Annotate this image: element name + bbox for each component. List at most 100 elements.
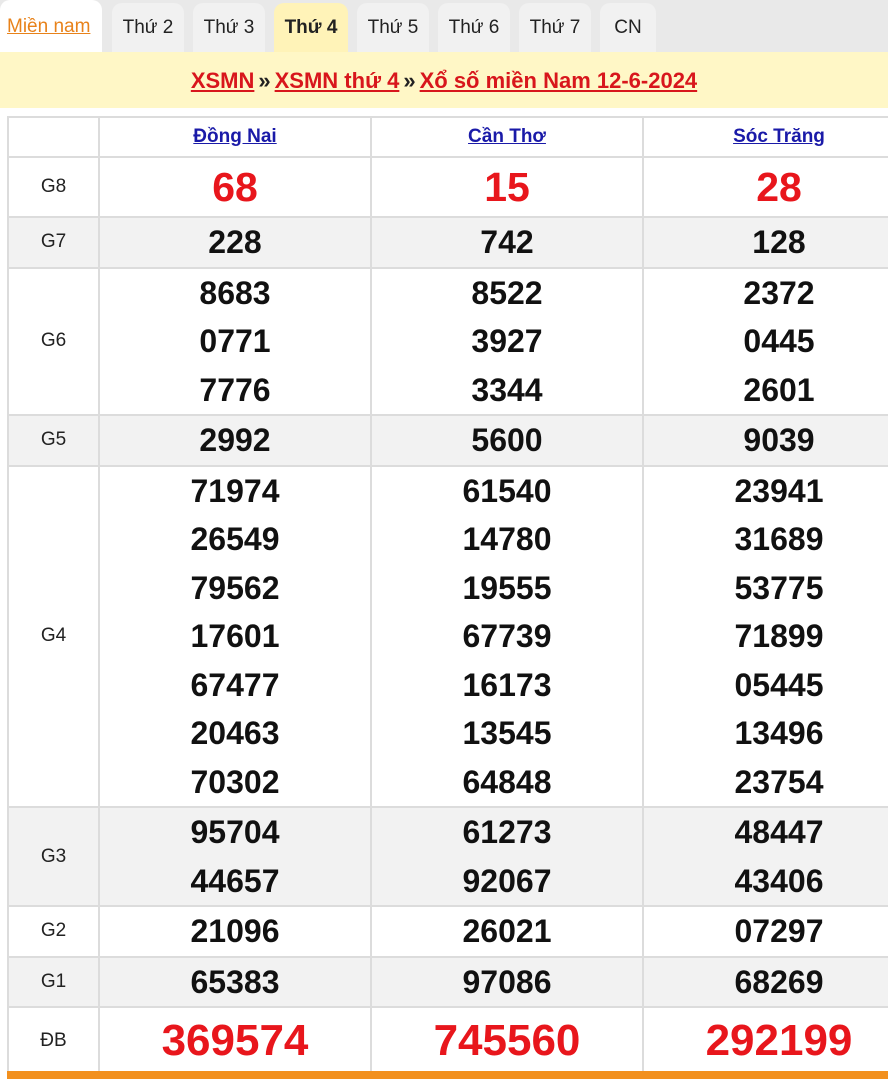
province-link-dong-nai[interactable]: Đồng Nai [193, 126, 276, 147]
tab-mien-nam[interactable]: Miền nam [0, 0, 102, 52]
prize-cell: 8683 0771 7776 [98, 266, 372, 416]
prize-cell: 61540 14780 19555 67739 16173 13545 64848 [370, 464, 644, 808]
prize-number: 8683 [199, 274, 271, 311]
prize-cell: 07297 [642, 905, 888, 958]
prize-label: G2 [7, 905, 100, 958]
tab-thu-7[interactable]: Thứ 7 [519, 3, 591, 52]
prize-row: G4 71974 26549 79562 17601 67477 20463 70302 615… [7, 464, 888, 808]
prize-number: 2601 [743, 371, 815, 408]
prize-cell: 97086 [370, 955, 644, 1008]
province-header: Đồng Nai [98, 116, 372, 158]
breadcrumb-xsmn-thu-4[interactable]: XSMN thứ 4 [275, 68, 400, 93]
prize-number: 20463 [190, 715, 280, 751]
prize-cell: 61273 92067 [370, 806, 644, 907]
tab-thu-4[interactable]: Thứ 4 [274, 3, 348, 52]
tab-thu-5[interactable]: Thứ 5 [357, 3, 429, 52]
prize-number: 67739 [462, 618, 552, 654]
breadcrumb-separator: » [403, 68, 416, 93]
prize-row: G8 68 15 28 [7, 156, 888, 218]
province-header: Cần Thơ [370, 116, 644, 158]
prize-cell: 128 [642, 216, 888, 269]
prize-number: 13496 [734, 715, 824, 751]
prize-cell: 23941 31689 53775 71899 05445 13496 23754 [642, 464, 888, 808]
prize-cell: 5600 [370, 414, 644, 467]
breadcrumb-current-date[interactable]: Xổ số miền Nam 12-6-2024 [420, 68, 698, 93]
prize-number: 23941 [734, 472, 824, 509]
prize-label: G7 [7, 216, 100, 269]
prize-number: 64848 [462, 763, 552, 800]
province-link-soc-trang[interactable]: Sóc Trăng [733, 126, 825, 147]
prize-number: 14780 [462, 521, 552, 557]
bottom-divider [7, 1071, 888, 1079]
prize-number: 48447 [734, 814, 824, 850]
prize-number: 0445 [743, 323, 815, 359]
prize-label: G4 [7, 464, 100, 808]
prize-number: 65383 [190, 963, 280, 1000]
breadcrumb-separator: » [258, 68, 271, 93]
prize-number: 128 [752, 224, 806, 260]
prize-row: G2 21096 26021 07297 [7, 905, 888, 958]
tab-thu-6[interactable]: Thứ 6 [438, 3, 510, 52]
results-table: Đồng Nai Cần Thơ Sóc Trăng G8 68 15 28 G7 228… [7, 116, 888, 1076]
prize-number: 228 [208, 224, 262, 260]
prize-number: 61273 [462, 814, 552, 850]
prize-cell: 65383 [98, 955, 372, 1008]
prize-number: 745560 [433, 1015, 581, 1065]
prize-cell: 228 [98, 216, 372, 269]
prize-number: 23754 [734, 763, 824, 800]
prize-cell: 742 [370, 216, 644, 269]
prize-number: 67477 [190, 666, 280, 703]
prize-cell: 292199 [642, 1006, 888, 1076]
prize-number: 71899 [734, 618, 824, 654]
prize-number: 7776 [199, 371, 271, 408]
prize-cell: 68 [98, 156, 372, 218]
prize-number: 95704 [190, 814, 280, 850]
prize-cell: 68269 [642, 955, 888, 1008]
prize-number: 97086 [462, 963, 552, 1000]
prize-cell: 369574 [98, 1006, 372, 1076]
prize-cell: 21096 [98, 905, 372, 958]
prize-label: G3 [7, 806, 100, 907]
prize-label: G6 [7, 266, 100, 416]
prize-number: 71974 [190, 472, 280, 509]
breadcrumb: XSMN» XSMN thứ 4» Xổ số miền Nam 12-6-2024 [0, 52, 888, 108]
prize-number: 13545 [462, 715, 552, 751]
province-link-can-tho[interactable]: Cần Thơ [468, 126, 546, 147]
prize-number: 92067 [462, 862, 552, 899]
prize-number: 9039 [743, 422, 815, 458]
prize-number: 369574 [161, 1015, 309, 1065]
prize-number: 44657 [190, 862, 280, 899]
prize-number: 28 [756, 163, 802, 210]
prize-cell: 2992 [98, 414, 372, 467]
tab-cn[interactable]: CN [600, 3, 656, 52]
prize-cell: 48447 43406 [642, 806, 888, 907]
prize-number: 0771 [199, 323, 271, 359]
prize-number: 17601 [190, 618, 280, 654]
prize-number: 26549 [190, 521, 280, 557]
prize-number: 79562 [190, 569, 280, 606]
prize-number: 19555 [462, 569, 552, 606]
prize-cell: 95704 44657 [98, 806, 372, 907]
prize-label: G5 [7, 414, 100, 467]
prize-number: 2372 [743, 274, 815, 311]
prize-number: 43406 [734, 862, 824, 899]
prize-number: 68269 [734, 963, 824, 1000]
tab-thu-3[interactable]: Thứ 3 [193, 3, 265, 52]
prize-cell: 28 [642, 156, 888, 218]
prize-cell: 2372 0445 2601 [642, 266, 888, 416]
breadcrumb-xsmn[interactable]: XSMN [191, 68, 255, 93]
prize-number: 31689 [734, 521, 824, 557]
header-empty-cell [7, 116, 100, 158]
prize-row: ĐB 369574 745560 292199 [7, 1006, 888, 1076]
tab-thu-2[interactable]: Thứ 2 [112, 3, 184, 52]
prize-row: G6 8683 0771 7776 8522 3927 3344 2372 0445 2601 [7, 266, 888, 416]
prize-number: 3344 [471, 371, 543, 408]
prize-cell: 745560 [370, 1006, 644, 1076]
prize-cell: 71974 26549 79562 17601 67477 20463 70302 [98, 464, 372, 808]
prize-number: 70302 [190, 763, 280, 800]
prize-row: G7 228 742 128 [7, 216, 888, 269]
prize-row: G3 95704 44657 61273 92067 48447 43406 [7, 806, 888, 907]
prize-number: 05445 [734, 666, 824, 703]
prize-number: 07297 [734, 913, 824, 949]
prize-cell: 26021 [370, 905, 644, 958]
